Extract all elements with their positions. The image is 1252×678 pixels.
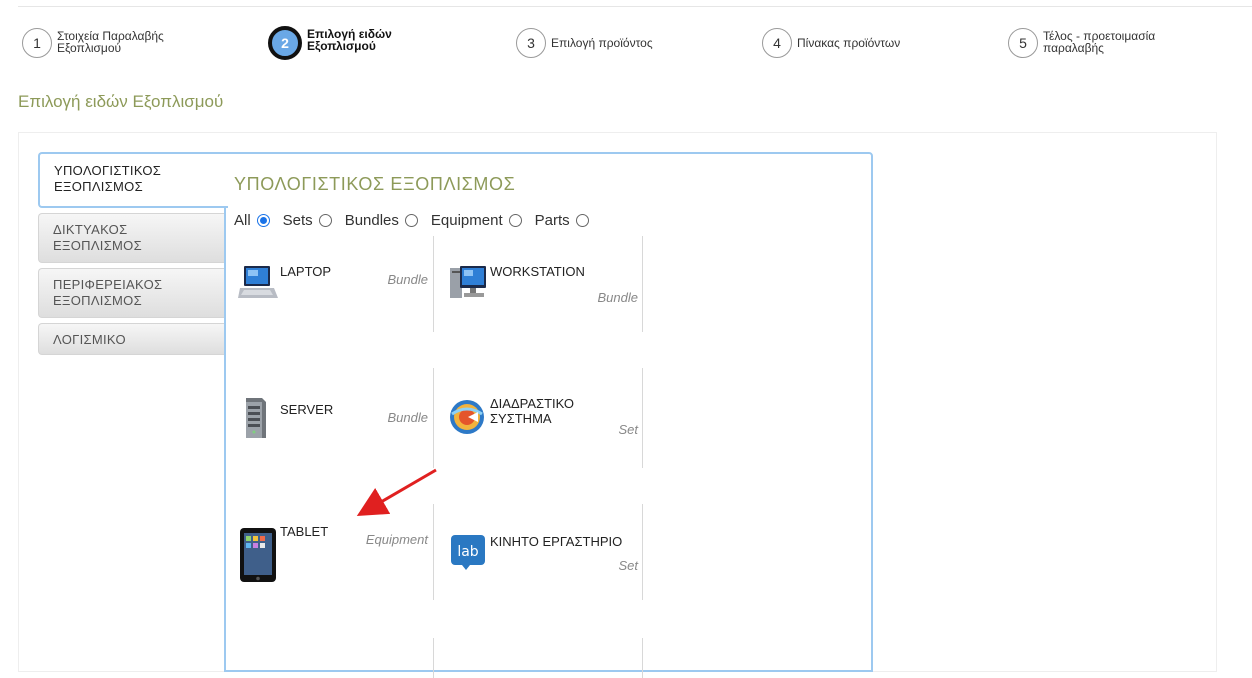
step-number: 4 bbox=[762, 28, 792, 58]
radio-bundles[interactable] bbox=[404, 214, 418, 227]
product-interactive-system[interactable]: ΔΙΑΔΡΑΣΤΙΚΟ ΣΥΣΤΗΜΑ Set bbox=[440, 368, 644, 462]
step-number: 3 bbox=[516, 28, 546, 58]
content-title: ΥΠΟΛΟΓΙΣΤΙΚΟΣ ΕΞΟΠΛΙΣΜΟΣ bbox=[234, 174, 516, 194]
category-tabs: ΥΠΟΛΟΓΙΣΤΙΚΟΣ ΕΞΟΠΛΙΣΜΟΣ ΔΙΚΤΥΑΚΟΣ ΕΞΟΠΛΙΣ… bbox=[38, 152, 228, 360]
step-3[interactable]: 3 Επιλογή προϊόντος bbox=[516, 28, 653, 58]
product-name: SERVER bbox=[280, 402, 334, 417]
top-divider bbox=[18, 6, 1252, 7]
step-label: Τέλος - προετοιμασία παραλαβής bbox=[1043, 29, 1156, 55]
product-name: ΚΙΝΗΤΟ ΕΡΓΑΣΤΗΡΙΟ bbox=[490, 534, 623, 549]
product-type: Bundle bbox=[387, 410, 428, 425]
step-5[interactable]: 5 Τέλος - προετοιμασία παραλαβής bbox=[1008, 28, 1155, 58]
svg-text:lab: lab bbox=[457, 544, 478, 560]
filter-all[interactable]: All bbox=[234, 212, 270, 229]
radio-sets[interactable] bbox=[318, 214, 332, 227]
column-divider bbox=[433, 638, 434, 678]
step-label: Στοιχεία Παραλαβής Εξοπλισμού bbox=[57, 29, 164, 55]
product-type: Set bbox=[618, 422, 638, 437]
tab-computing-equipment[interactable]: ΥΠΟΛΟΓΙΣΤΙΚΟΣ ΕΞΟΠΛΙΣΜΟΣ bbox=[38, 152, 228, 208]
product-server[interactable]: SERVER Bundle bbox=[230, 368, 434, 462]
product-name: WORKSTATION bbox=[490, 264, 585, 279]
product-workstation[interactable]: WORKSTATION Bundle bbox=[440, 236, 644, 330]
tab-peripheral-equipment[interactable]: ΠΕΡΙΦΕΡΕΙΑΚΟΣ ΕΞΟΠΛΙΣΜΟΣ bbox=[38, 268, 224, 318]
mobile-lab-icon: lab bbox=[451, 535, 485, 570]
interactive-system-icon bbox=[450, 400, 484, 434]
step-label: Επιλογή προϊόντος bbox=[551, 36, 653, 50]
tablet-icon bbox=[240, 528, 276, 582]
product-type: Equipment bbox=[365, 532, 428, 547]
step-number: 1 bbox=[22, 28, 52, 58]
server-icon bbox=[246, 398, 266, 438]
step-4[interactable]: 4 Πίνακας προϊόντων bbox=[762, 28, 900, 58]
step-label: Πίνακας προϊόντων bbox=[797, 36, 901, 50]
filter-bundles[interactable]: Bundles bbox=[345, 212, 418, 229]
tab-content: ΥΠΟΛΟΓΙΣΤΙΚΟΣ ΕΞΟΠΛΙΣΜΟΣ All Sets Bundle… bbox=[224, 152, 873, 678]
product-type: Bundle bbox=[597, 290, 638, 305]
product-name: LAPTOP bbox=[280, 264, 332, 279]
radio-equipment[interactable] bbox=[508, 214, 522, 227]
product-tablet[interactable]: TABLET Equipment bbox=[230, 504, 434, 598]
step-label: Επιλογή ειδών Εξοπλισμού bbox=[307, 27, 392, 53]
column-divider bbox=[642, 638, 643, 678]
product-name: ΔΙΑΔΡΑΣΤΙΚΟ ΣΥΣΤΗΜΑ bbox=[490, 396, 574, 426]
tab-network-equipment[interactable]: ΔΙΚΤΥΑΚΟΣ ΕΞΟΠΛΙΣΜΟΣ bbox=[38, 213, 224, 263]
type-filters: All Sets Bundles Equipment Parts bbox=[234, 212, 602, 229]
product-name: TABLET bbox=[280, 524, 329, 539]
product-type: Set bbox=[618, 558, 638, 573]
step-1[interactable]: 1 Στοιχεία Παραλαβής Εξοπλισμού bbox=[22, 28, 164, 58]
step-2[interactable]: 2 Επιλογή ειδών Εξοπλισμού bbox=[268, 26, 392, 60]
filter-equipment[interactable]: Equipment bbox=[431, 212, 522, 229]
radio-parts[interactable] bbox=[575, 214, 589, 227]
filter-sets[interactable]: Sets bbox=[283, 212, 332, 229]
page-title: Επιλογή ειδών Εξοπλισμού bbox=[18, 92, 224, 111]
product-type: Bundle bbox=[387, 272, 428, 287]
wizard-steps: 1 Στοιχεία Παραλαβής Εξοπλισμού 2 Επιλογή… bbox=[22, 26, 1242, 68]
product-laptop[interactable]: LAPTOP Bundle bbox=[230, 236, 434, 330]
filter-parts[interactable]: Parts bbox=[535, 212, 589, 229]
product-mobile-lab[interactable]: lab ΚΙΝΗΤΟ ΕΡΓΑΣΤΗΡΙΟ Set bbox=[440, 504, 644, 598]
step-number: 2 bbox=[268, 26, 302, 60]
tab-software[interactable]: ΛΟΓΙΣΜΙΚΟ bbox=[38, 323, 224, 355]
laptop-icon bbox=[238, 266, 278, 298]
workstation-icon bbox=[450, 266, 486, 298]
step-number: 5 bbox=[1008, 28, 1038, 58]
radio-all[interactable] bbox=[256, 214, 270, 227]
